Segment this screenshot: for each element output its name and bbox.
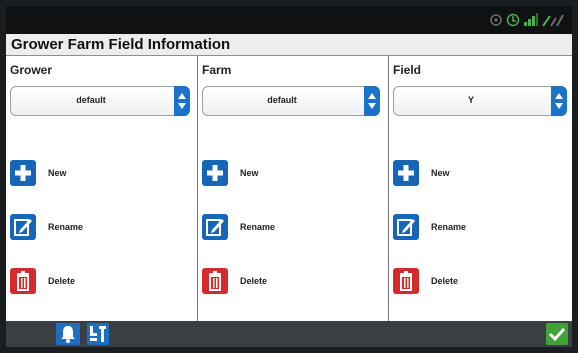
gps-icon [490,14,502,26]
select-spinner[interactable] [174,86,190,116]
delete-label: Delete [48,276,76,286]
select-value: default [267,95,297,105]
status-bar [6,6,572,34]
trash-icon [10,268,36,294]
edit-icon [393,214,419,240]
app-frame: Grower Farm Field Information Grower def… [0,0,578,353]
edit-icon [202,214,228,240]
delete-label: Delete [431,276,459,286]
bottom-bar [6,321,572,347]
bell-icon[interactable] [56,323,80,345]
select-spinner[interactable] [364,86,380,116]
select-value: Y [467,95,474,105]
new-label: New [48,168,67,178]
rename-label: Rename [240,222,276,232]
plus-icon [393,160,419,186]
up-down-arrows-icon [555,93,563,109]
new-label: New [431,168,450,178]
status-icons [489,11,564,29]
connection-icon [542,14,564,27]
confirm-button[interactable] [546,323,568,345]
rename-label: Rename [431,222,467,232]
field-select[interactable]: Y [393,86,567,116]
column-header: Field [393,63,422,77]
field-column: Field Y New Rename Delete [389,56,572,321]
column-header: Farm [202,63,232,77]
title-bar: Grower Farm Field Information [6,34,572,56]
up-down-arrows-icon [178,93,186,109]
grower-column: Grower default New Rename Delete [6,56,198,321]
select-spinner[interactable] [551,86,567,116]
grower-select[interactable]: default [10,86,190,116]
trash-icon [202,268,228,294]
edit-icon [10,214,36,240]
checkmark-icon [548,327,566,342]
page-title: Grower Farm Field Information [11,36,231,53]
farm-column: Farm default New Rename Delete [198,56,389,321]
new-label: New [240,168,259,178]
wifi-icon [524,13,538,26]
delete-label: Delete [240,276,268,286]
select-value: default [76,95,106,105]
column-header: Grower [10,63,53,77]
up-down-arrows-icon [368,93,376,109]
rename-label: Rename [48,222,84,232]
signal-icon [506,13,520,27]
farm-select[interactable]: default [202,86,380,116]
plus-icon [10,160,36,186]
grower-farm-field-panel: Grower Farm Field Information Grower def… [6,34,572,321]
plus-icon [202,160,228,186]
tools-icon[interactable] [87,323,109,345]
trash-icon [393,268,419,294]
